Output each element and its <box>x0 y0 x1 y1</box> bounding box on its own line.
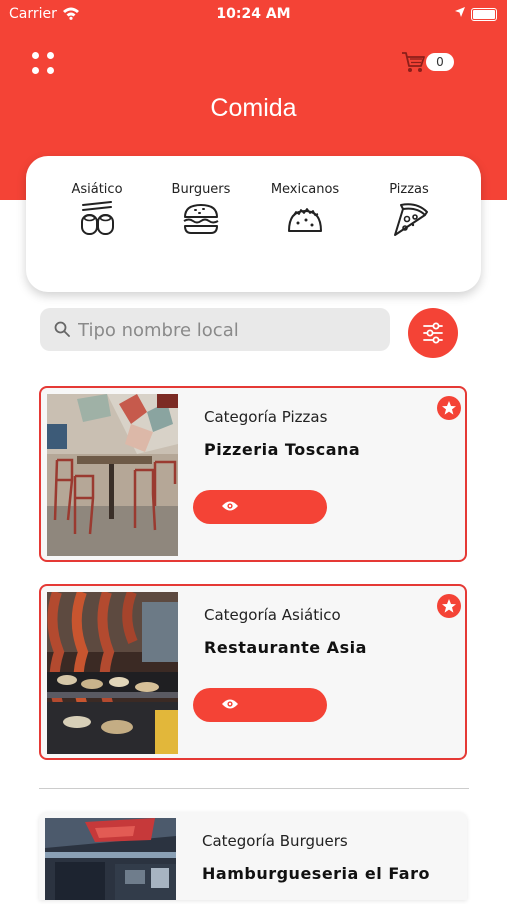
category-label: Asiático <box>71 182 123 197</box>
restaurant-category: Categoría Burguers <box>202 832 348 850</box>
page-title: Comida <box>210 94 297 122</box>
taco-icon <box>288 208 322 232</box>
category-asiatico[interactable]: Asiático <box>52 182 142 237</box>
clock: 10:24 AM <box>216 6 291 22</box>
restaurant-category: Categoría Pizzas <box>204 408 328 426</box>
restaurant-name: Restaurante Asia <box>204 638 367 657</box>
restaurant-photo <box>45 818 176 900</box>
restaurant-name: Pizzeria Toscana <box>204 440 361 459</box>
star-icon <box>442 599 456 613</box>
restaurant-name: Hamburgueseria el Faro <box>202 864 430 883</box>
sliders-icon <box>423 322 443 344</box>
category-selector-card: Asiático Burguers Mexicanos Pizzas <box>26 156 481 292</box>
star-icon <box>442 401 456 415</box>
menu-dot-icon <box>32 67 39 74</box>
restaurant-card[interactable]: Categoría Pizzas Pizzeria Toscana <box>39 386 467 562</box>
cart-icon <box>400 49 426 79</box>
search-bar <box>40 308 390 353</box>
list-divider <box>39 788 469 789</box>
favorite-button[interactable] <box>437 396 461 420</box>
category-label: Burguers <box>171 182 231 197</box>
location-arrow-icon <box>454 6 466 22</box>
category-pizzas[interactable]: Pizzas <box>364 182 454 237</box>
category-burguers[interactable]: Burguers <box>156 182 246 237</box>
eye-icon <box>222 699 238 709</box>
restaurant-category: Categoría Asiático <box>204 606 341 624</box>
pizza-icon <box>394 203 428 236</box>
eye-icon <box>222 501 238 511</box>
battery-icon <box>471 8 497 21</box>
view-button[interactable] <box>193 490 327 524</box>
cart-button[interactable]: 0 <box>400 49 460 77</box>
restaurant-photo <box>47 590 178 754</box>
restaurant-photo <box>47 394 178 556</box>
restaurant-card[interactable]: Categoría Burguers Hamburgueseria el Far… <box>39 812 467 900</box>
favorite-button[interactable] <box>437 594 461 618</box>
burger-icon <box>183 204 219 234</box>
restaurant-card[interactable]: Categoría Asiático Restaurante Asia <box>39 584 467 760</box>
sushi-icon <box>81 201 114 235</box>
category-mexicanos[interactable]: Mexicanos <box>260 182 350 237</box>
menu-dot-icon <box>47 52 54 59</box>
menu-dot-icon <box>47 67 54 74</box>
category-label: Mexicanos <box>270 182 340 197</box>
menu-grid-button[interactable] <box>30 50 58 78</box>
search-icon <box>54 321 70 341</box>
view-button[interactable] <box>193 688 327 722</box>
filter-button[interactable] <box>408 308 458 358</box>
search-input[interactable] <box>76 308 380 353</box>
menu-dot-icon <box>32 52 39 59</box>
status-bar: Carrier 10:24 AM <box>0 0 507 28</box>
category-label: Pizzas <box>389 182 429 197</box>
cart-count-badge: 0 <box>426 53 454 71</box>
